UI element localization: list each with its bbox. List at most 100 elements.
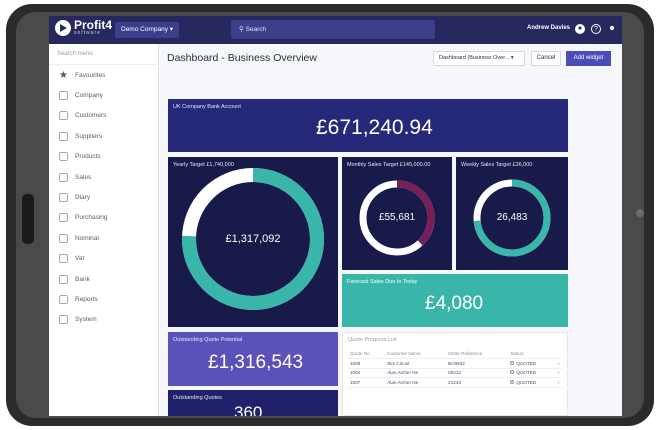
sidebar-item-label: Bank: [75, 275, 90, 283]
quote-progress-title: Quote Progress List: [348, 337, 397, 343]
row-open-chevron[interactable]: ›: [555, 368, 562, 378]
search-placeholder: Search: [245, 26, 267, 33]
table-cell: 21243: [446, 377, 509, 388]
customers-icon: [59, 111, 68, 121]
sidebar-item-label: System: [75, 316, 97, 324]
table-cell: 1004: [348, 368, 386, 378]
sidebar-item-products[interactable]: Products: [49, 147, 158, 167]
sidebar-item-nominal[interactable]: Nominal: [49, 228, 158, 248]
weekly-target-value: 26,483: [496, 212, 528, 223]
table-cell: Alan Archer Ne: [385, 377, 447, 388]
tablet-camera: [636, 209, 644, 217]
table-cell: BC8832: [446, 358, 509, 369]
table-body: 1008 Sim Circuit BC8832 QUOTED › 1004 Alan Arc…: [348, 358, 562, 388]
status-icon: [510, 370, 515, 375]
sidebar-menu: ★ Favourites Company Customers Suppliers Prod…: [49, 65, 158, 330]
cancel-button[interactable]: Cancel: [531, 51, 561, 66]
system-icon: [59, 315, 68, 325]
sidebar-item-label: Sales: [75, 173, 92, 181]
table-header-row: Quote No Customer Name Order Reference Stat…: [348, 349, 562, 359]
status-cell: QUOTED: [508, 377, 556, 388]
sidebar-item-company[interactable]: Company: [49, 85, 158, 105]
search-icon: ⚲: [239, 26, 246, 33]
sidebar-item-label: Company: [75, 92, 103, 100]
logo-icon: [55, 20, 71, 36]
main-content: Dashboard - Business Overview Dashboard …: [159, 44, 622, 416]
sidebar: Search menu ★ Favourites Company Customers S…: [49, 44, 159, 416]
quote-potential-label: Outstanding Quote Potential: [173, 337, 243, 343]
status-icon: [510, 360, 515, 365]
yearly-target-value: £1,317,092: [225, 233, 281, 245]
sidebar-item-vat[interactable]: Vat: [49, 249, 158, 269]
sidebar-item-reports[interactable]: Reports: [49, 289, 158, 309]
outstanding-quotes-tile[interactable]: Outstanding Quotes 360: [168, 390, 338, 416]
search-input[interactable]: ⚲ Search: [231, 20, 435, 39]
suppliers-icon: [59, 131, 68, 141]
user-icon[interactable]: ☻: [607, 24, 617, 34]
table-row[interactable]: 1007 Alan Archer Ne 21243 QUOTED ›: [348, 377, 562, 388]
app-screen: Profit4 software Demo Company ▾ ⚲ Search…: [49, 16, 622, 416]
quote-progress-table: Quote No Customer Name Order Reference Stat…: [348, 349, 562, 388]
page-title: Dashboard - Business Overview: [167, 52, 317, 64]
monthly-target-value: £55,681: [378, 212, 416, 223]
row-open-chevron[interactable]: ›: [555, 377, 562, 388]
forecast-sales-tile[interactable]: Forecast Sales Due In Today £4,080: [342, 274, 568, 327]
circle-icon[interactable]: ●: [575, 24, 585, 34]
column-header: [555, 349, 562, 359]
sidebar-item-label: Nominal: [75, 234, 99, 242]
status-cell: QUOTED: [508, 358, 556, 369]
status-text: QUOTED: [516, 360, 537, 366]
row-open-chevron[interactable]: ›: [555, 358, 562, 369]
star-icon: ★: [59, 69, 68, 81]
purchasing-icon: [59, 213, 68, 223]
company-selector[interactable]: Demo Company ▾: [115, 22, 180, 38]
outstanding-quotes-label: Outstanding Quotes: [173, 395, 222, 401]
sidebar-search-input[interactable]: Search menu: [49, 44, 158, 65]
tablet-home-button: [22, 194, 34, 244]
weekly-target-tile[interactable]: Weekly Sales Target £36,000 26,483: [456, 157, 568, 270]
sidebar-item-label: Vat: [75, 255, 85, 263]
sidebar-item-sales[interactable]: Sales: [49, 167, 158, 187]
table-row[interactable]: 1004 Alan Archer Ne 00212 QUOTED ›: [348, 368, 562, 378]
sales-icon: [59, 172, 68, 182]
quote-potential-tile[interactable]: Outstanding Quote Potential £1,316,543: [168, 332, 338, 386]
status-text: QUOTED: [516, 379, 537, 385]
sidebar-item-diary[interactable]: Diary: [49, 187, 158, 207]
nominal-icon: [59, 233, 68, 243]
monthly-target-tile[interactable]: Monthly Sales Target £145,000.00 £55,681: [342, 157, 452, 270]
top-bar: Profit4 software Demo Company ▾ ⚲ Search…: [49, 16, 622, 44]
bank-account-label: UK Company Bank Account: [173, 104, 241, 110]
quote-progress-panel: Quote Progress List Quote No Customer Nam…: [342, 332, 568, 416]
column-header: Customer Name: [385, 349, 447, 359]
bank-account-tile[interactable]: UK Company Bank Account £671,240.94: [168, 99, 568, 152]
user-name[interactable]: Andrew Davies: [527, 25, 570, 31]
column-header: Status: [508, 349, 556, 359]
sidebar-item-customers[interactable]: Customers: [49, 106, 158, 126]
reports-icon: [59, 294, 68, 304]
add-widget-button[interactable]: Add widget: [566, 51, 611, 66]
sidebar-item-label: Reports: [75, 295, 98, 303]
help-icon[interactable]: ?: [591, 24, 601, 34]
status-text: QUOTED: [516, 370, 537, 376]
sidebar-item-label: Favourites: [75, 71, 106, 79]
table-cell: Sim Circuit: [385, 358, 447, 369]
outstanding-quotes-value: 360: [234, 403, 263, 416]
forecast-sales-label: Forecast Sales Due In Today: [347, 279, 418, 285]
bank-account-value: £671,240.94: [316, 116, 433, 139]
sidebar-item-purchasing[interactable]: Purchasing: [49, 208, 158, 228]
sidebar-item-suppliers[interactable]: Suppliers: [49, 126, 158, 146]
status-icon: [510, 379, 515, 384]
sidebar-item-label: Suppliers: [75, 132, 103, 140]
company-icon: [59, 91, 68, 101]
table-row[interactable]: 1008 Sim Circuit BC8832 QUOTED ›: [348, 358, 562, 369]
quote-potential-value: £1,316,543: [208, 352, 304, 373]
sidebar-item-favourites[interactable]: ★ Favourites: [49, 65, 158, 85]
yearly-target-tile[interactable]: Yearly Target £1,740,000 £1,317,092: [168, 157, 338, 327]
bank-icon: [59, 274, 68, 284]
logo[interactable]: Profit4 software: [55, 19, 112, 36]
sidebar-item-bank[interactable]: Bank: [49, 269, 158, 289]
sidebar-item-system[interactable]: System: [49, 310, 158, 330]
dashboard-select[interactable]: Dashboard (Business Over... ▾: [433, 51, 525, 66]
forecast-sales-value: £4,080: [425, 293, 484, 314]
diary-icon: [59, 193, 68, 203]
